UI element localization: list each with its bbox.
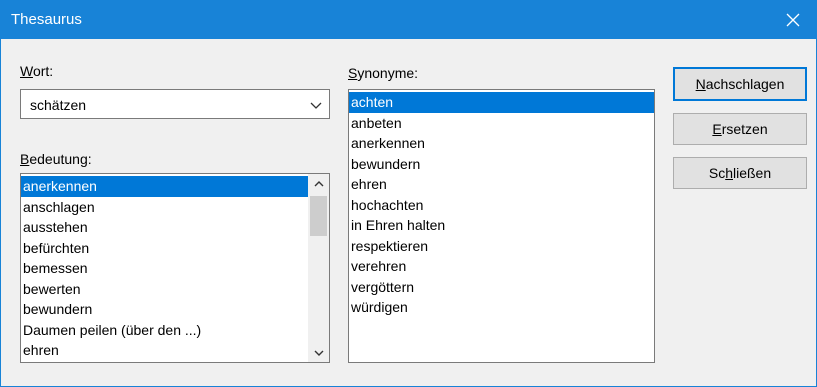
list-item[interactable]: bewundern (21, 299, 308, 320)
bedeutung-items: anerkennen anschlagen ausstehen befürcht… (21, 176, 308, 361)
list-item[interactable]: anerkennen (349, 133, 654, 154)
schliessen-button[interactable]: Schließen (673, 157, 807, 189)
title-bar: Thesaurus (1, 1, 816, 39)
wort-label-text: ort: (32, 63, 54, 79)
wort-combobox[interactable]: schätzen (20, 89, 330, 119)
bedeutung-label-accesskey: B (20, 151, 30, 167)
synonyme-label: Synonyme: (348, 65, 418, 81)
ersetzen-label: Ersetzen (712, 121, 768, 137)
list-item[interactable]: befürchten (21, 238, 308, 259)
close-icon (786, 13, 800, 27)
chevron-up-icon (314, 180, 323, 186)
wort-label: Wort: (20, 63, 53, 79)
list-item[interactable]: hochachten (349, 195, 654, 216)
synonyme-items: achten anbeten anerkennen bewundern ehre… (349, 92, 654, 318)
list-item[interactable]: bewerten (21, 279, 308, 300)
list-item[interactable]: anbeten (349, 113, 654, 134)
bedeutung-scrollbar[interactable] (308, 174, 329, 362)
list-item[interactable]: anschlagen (21, 197, 308, 218)
list-item[interactable]: respektieren (349, 236, 654, 257)
scrollbar-thumb[interactable] (310, 196, 327, 236)
synonyme-label-accesskey: S (348, 65, 358, 81)
list-item[interactable]: ehren (21, 340, 308, 361)
list-item[interactable]: Daumen peilen (über den ...) (21, 320, 308, 341)
wort-value: schätzen (30, 97, 87, 113)
list-item[interactable]: ausstehen (21, 217, 308, 238)
bedeutung-label: Bedeutung: (20, 151, 92, 167)
window-title: Thesaurus (11, 11, 82, 28)
chevron-down-icon (314, 350, 323, 356)
list-item[interactable]: anerkennen (21, 176, 308, 197)
schliessen-label: Schließen (708, 165, 772, 181)
list-item[interactable]: ehren (349, 174, 654, 195)
list-item[interactable]: würdigen (349, 297, 654, 318)
close-window-button[interactable] (770, 1, 816, 39)
bedeutung-label-text: edeutung: (29, 151, 92, 167)
list-item[interactable]: in Ehren halten (349, 215, 654, 236)
list-item[interactable]: vergöttern (349, 277, 654, 298)
synonyme-listbox[interactable]: achten anbeten anerkennen bewundern ehre… (348, 89, 655, 363)
chevron-down-icon[interactable] (309, 99, 323, 111)
list-item[interactable]: bewundern (349, 154, 654, 175)
nachschlagen-button[interactable]: Nachschlagen (673, 67, 807, 101)
scroll-up-button[interactable] (308, 174, 329, 193)
bedeutung-listbox[interactable]: anerkennen anschlagen ausstehen befürcht… (20, 173, 330, 363)
nachschlagen-label: Nachschlagen (695, 76, 785, 92)
list-item[interactable]: achten (349, 92, 654, 113)
scroll-down-button[interactable] (308, 343, 329, 362)
thesaurus-dialog: Thesaurus Wort: schätzen Bedeutung: aner… (0, 0, 817, 387)
wort-label-accesskey: W (20, 63, 33, 79)
list-item[interactable]: verehren (349, 256, 654, 277)
synonyme-label-text: ynonyme: (357, 65, 419, 81)
list-item[interactable]: bemessen (21, 258, 308, 279)
ersetzen-button[interactable]: Ersetzen (673, 113, 807, 145)
